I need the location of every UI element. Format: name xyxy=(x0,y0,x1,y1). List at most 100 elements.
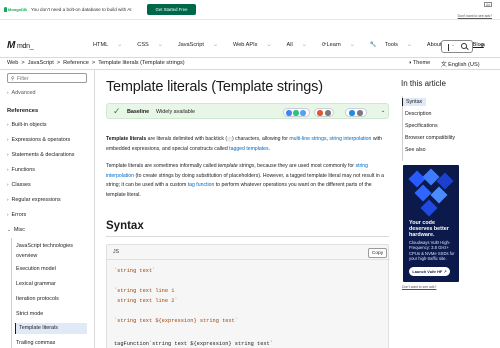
nav-label: About xyxy=(426,42,442,48)
sidebar-item-expressions[interactable]: › Expressions & operators xyxy=(7,137,70,143)
checkmark-icon: ✓ xyxy=(113,106,121,116)
nav-tools[interactable]: 🔧 Tools ⌵ xyxy=(370,42,419,48)
breadcrumb-separator: > xyxy=(91,60,96,66)
breadcrumb-current[interactable]: Template literals (Template strings) xyxy=(98,60,184,66)
nav-web-apis[interactable]: Web APIs ⌵ xyxy=(233,42,279,48)
breadcrumb: Web > JavaScript > Reference > Template litera… xyxy=(7,60,185,66)
nav-label: Tools xyxy=(384,42,398,48)
sidebar-item-misc[interactable]: ⌄ Misc xyxy=(7,227,25,233)
code-header: JS Copy xyxy=(107,245,390,260)
language-switcher[interactable]: 文 English (US) xyxy=(441,60,480,68)
nav-javascript[interactable]: JavaScript ⌵ xyxy=(178,42,225,48)
sidebar-item-label: Misc xyxy=(13,227,25,233)
ad-tag[interactable]: Ad xyxy=(484,2,492,7)
no-ads-link[interactable]: Don't want to see ads? xyxy=(458,14,492,18)
toc-item-description[interactable]: Description xyxy=(405,111,432,117)
chevron-right-icon: › xyxy=(7,90,9,95)
para-text: Template literals are sometimes informal… xyxy=(106,163,218,169)
search-input[interactable] xyxy=(441,40,473,53)
link-multiline-strings[interactable]: multi-line strings xyxy=(289,136,326,142)
copy-button[interactable]: Copy xyxy=(368,247,387,258)
sidebar-advanced-toggle[interactable]: › Advanced xyxy=(7,90,36,96)
heading-divider xyxy=(106,236,389,237)
sidebar-item-regex[interactable]: › Regular expressions xyxy=(7,197,61,203)
intro-text: are literals delimited with backtick ( xyxy=(146,136,228,142)
intro-text: ) characters, allowing for xyxy=(231,136,290,142)
side-no-ads-link[interactable]: Don't want to see ads? xyxy=(402,285,436,289)
link-tag-function[interactable]: tag function xyxy=(188,182,215,188)
nav-all[interactable]: All ⌵ xyxy=(287,42,314,48)
nav-label: Web APIs xyxy=(233,42,258,48)
filter-icon: ⚲ xyxy=(11,76,15,82)
toc-item-specifications[interactable]: Specifications xyxy=(405,123,438,129)
filter-input[interactable]: ⚲ Filter xyxy=(7,73,87,83)
nav-css[interactable]: CSS ⌵ xyxy=(137,42,170,48)
toc-item-browser-compat[interactable]: Browser compatibility xyxy=(405,135,455,141)
sidebar-subitem-technologies[interactable]: JavaScript technologies overview xyxy=(16,241,88,261)
code-language-label: JS xyxy=(113,249,120,255)
ad-body: Cloudways Vultr High-Frequency: 3.8 GHz+… xyxy=(409,240,455,262)
sidebar-item-statements[interactable]: › Statements & declarations xyxy=(7,152,74,158)
sidebar-subitem-lexical-grammar[interactable]: Lexical grammar xyxy=(16,281,56,287)
ad-launch-button[interactable]: Launch Vultr HF ↗ xyxy=(409,267,450,276)
link-tagged-templates[interactable]: tagged templates xyxy=(229,146,268,152)
baseline-status: Widely available xyxy=(156,108,195,115)
edge-icon xyxy=(293,110,299,116)
breadcrumb-web[interactable]: Web xyxy=(7,60,18,66)
chevron-down-icon: ⌵ xyxy=(158,42,162,47)
nav-label: All xyxy=(286,42,293,48)
sidebar: ⚲ Filter › Advanced References › Built-in … xyxy=(0,70,95,348)
browser-group-firefox xyxy=(314,107,334,117)
ad-headline: Your code deserves better hardware. xyxy=(409,220,449,238)
nav-learn[interactable]: ⟳Learn ⌵ xyxy=(322,42,362,48)
chevron-right-icon: › xyxy=(7,182,9,187)
ad-banner: MongoDB You don't need a bolt-on databas… xyxy=(0,0,500,20)
signin-icon[interactable]: ⇥ xyxy=(479,41,485,49)
sidebar-subitem-template-literals[interactable]: Template literals xyxy=(15,323,87,334)
chevron-down-icon: ⌵ xyxy=(118,42,122,47)
toc-item-syntax[interactable]: Syntax xyxy=(402,98,426,106)
sidebar-item-functions[interactable]: › Functions xyxy=(7,167,35,173)
chevron-down-icon: ⌵ xyxy=(407,42,411,47)
sidebar-item-label: Advanced xyxy=(11,90,36,96)
sidebar-subitem-trailing-commas[interactable]: Trailing commas xyxy=(16,340,55,346)
intro-bold: Template literals xyxy=(106,136,147,142)
side-ad[interactable]: Your code deserves better hardware. Clou… xyxy=(403,165,459,282)
chevron-down-icon[interactable]: ⌄ xyxy=(381,108,385,114)
sidebar-subitem-iteration-protocols[interactable]: Iteration protocols xyxy=(16,296,59,302)
intro-text: . xyxy=(268,145,271,152)
sidebar-item-classes[interactable]: › Classes xyxy=(7,182,31,188)
sidebar-subitem-strict-mode[interactable]: Strict mode xyxy=(16,311,43,317)
code-string: string text line 2` xyxy=(114,298,178,304)
nav-label: ⟳Learn xyxy=(321,42,341,48)
intro-paragraph: Template literals are literals delimited… xyxy=(106,135,389,154)
ad-decoration xyxy=(422,168,440,186)
chevron-right-icon: › xyxy=(7,122,9,127)
sidebar-item-label: Classes xyxy=(11,182,31,188)
breadcrumb-reference[interactable]: Reference xyxy=(63,60,89,66)
nav-html[interactable]: HTML ⌵ xyxy=(93,42,129,48)
opera-icon xyxy=(300,110,306,116)
link-string-interpolation[interactable]: string interpolation xyxy=(329,136,371,142)
ad-cta-button[interactable]: Get Started Free xyxy=(147,4,196,15)
sidebar-subitem-execution-model[interactable]: Execution model xyxy=(16,266,56,272)
chrome-icon xyxy=(286,110,292,116)
firefox-android-icon xyxy=(325,110,331,116)
code-string: `string text line 1 xyxy=(114,288,175,294)
breadcrumb-bar: Web > JavaScript > Reference > Template litera… xyxy=(0,58,500,70)
chevron-down-icon: ⌵ xyxy=(267,42,271,47)
toc-item-see-also[interactable]: See also xyxy=(405,147,426,153)
sidebar-item-errors[interactable]: › Errors xyxy=(7,212,26,218)
safari-ios-icon xyxy=(357,110,363,116)
baseline-banner[interactable]: ✓ Baseline Widely available ⌄ xyxy=(106,103,389,119)
sidebar-item-built-in-objects[interactable]: › Built-in objects xyxy=(7,122,47,128)
mdn-logo[interactable]: Mmdn_ xyxy=(7,40,34,51)
code-line: `string text ${expression} string text` xyxy=(114,318,238,324)
baseline-label: Baseline xyxy=(127,108,150,115)
theme-switcher[interactable]: ◑ Theme xyxy=(408,60,430,66)
safari-icon xyxy=(349,110,355,116)
search-icon[interactable] xyxy=(461,43,467,49)
mongodb-logo[interactable]: MongoDB xyxy=(4,7,27,12)
ad-message[interactable]: You don't need a bolt-on database to bui… xyxy=(31,7,132,12)
breadcrumb-javascript[interactable]: JavaScript xyxy=(28,60,54,66)
